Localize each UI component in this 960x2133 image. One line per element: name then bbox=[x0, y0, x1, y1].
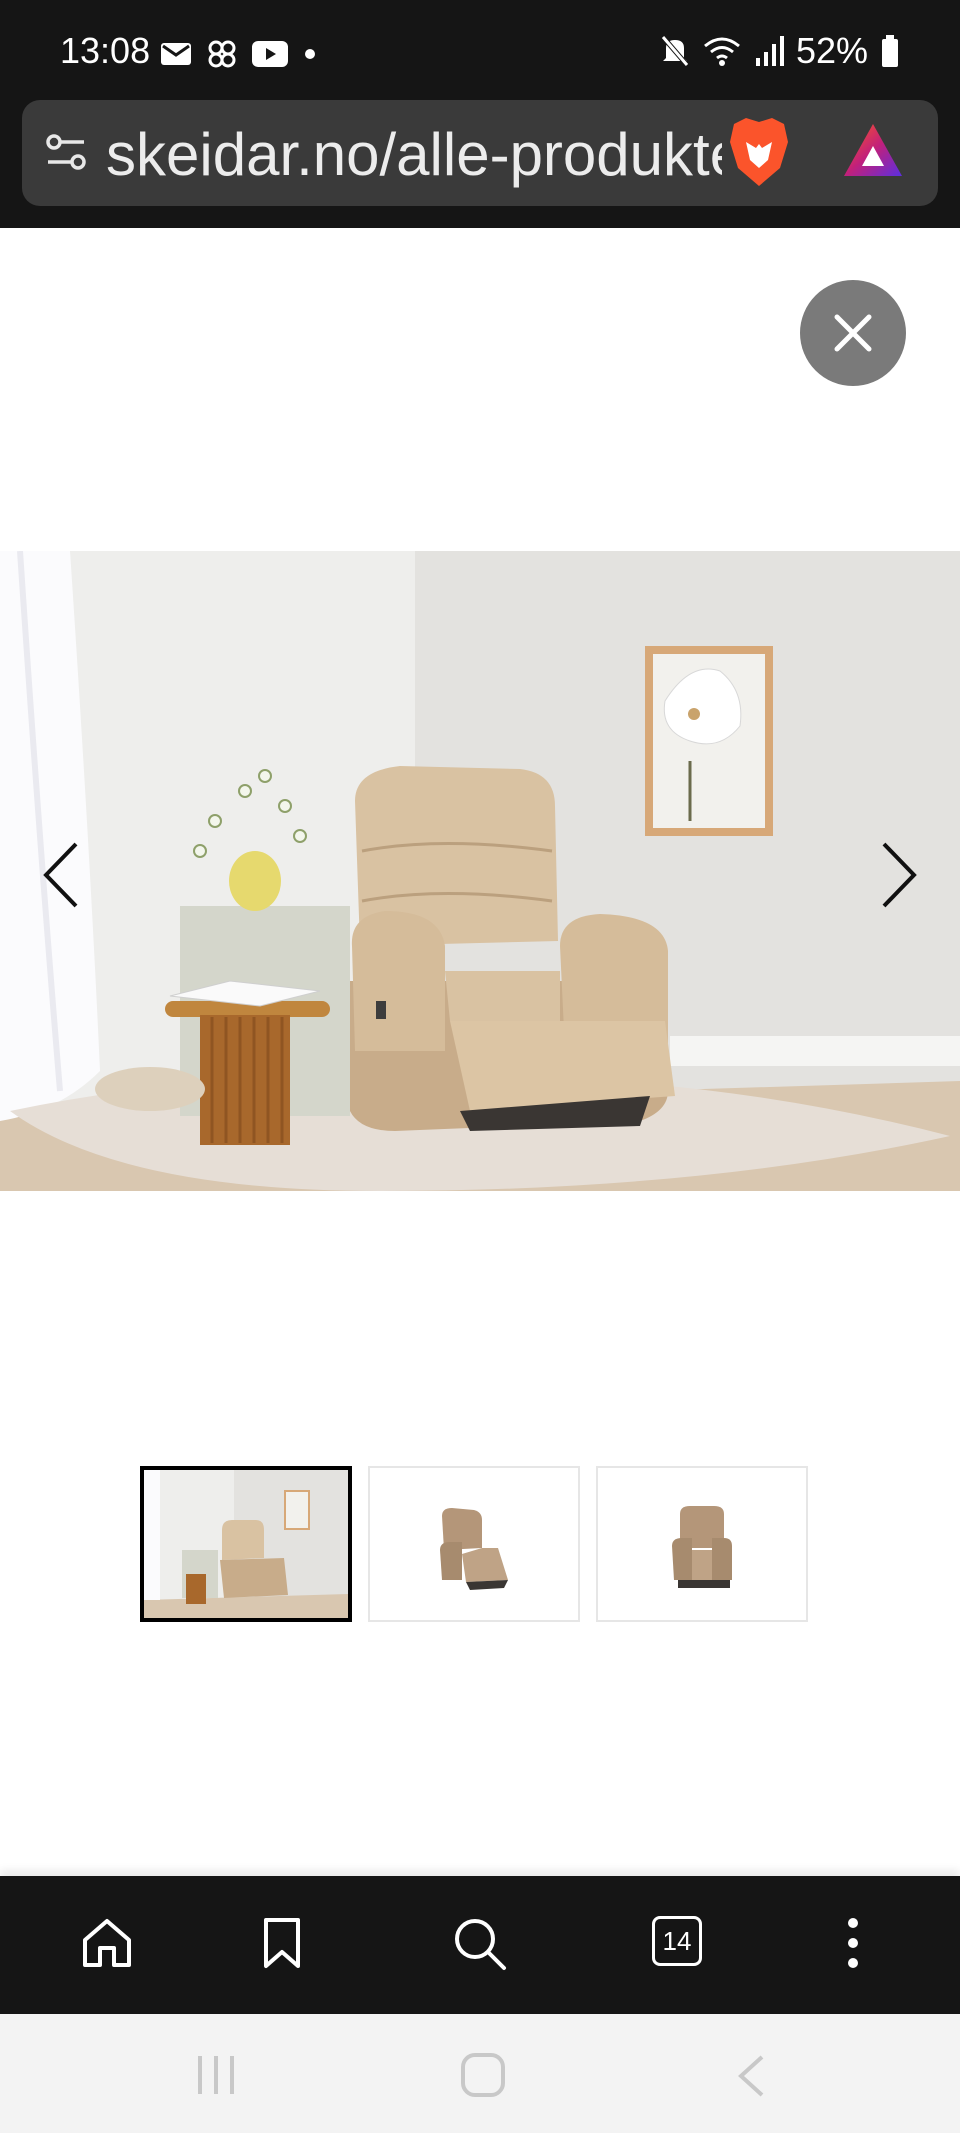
tabs-counter-button[interactable]: 14 bbox=[652, 1916, 702, 1966]
thumbnail-room-scene[interactable] bbox=[140, 1466, 352, 1622]
battery-icon bbox=[882, 35, 898, 67]
url-box[interactable]: skeidar.no/alle-produkter bbox=[22, 100, 938, 206]
status-bar: 13:08 52% bbox=[0, 0, 960, 100]
dot-icon bbox=[305, 49, 315, 59]
thumbnail-recliner-angle[interactable] bbox=[368, 1466, 580, 1622]
product-gallery-overlay bbox=[0, 228, 960, 1876]
site-settings-icon[interactable] bbox=[44, 130, 88, 174]
brave-rewards-icon[interactable] bbox=[842, 122, 904, 178]
wifi-icon bbox=[703, 37, 740, 66]
home-nav-icon[interactable] bbox=[460, 2052, 506, 2098]
close-gallery-button[interactable] bbox=[800, 280, 906, 386]
status-time: 13:08 bbox=[60, 30, 151, 71]
bookmark-icon[interactable] bbox=[262, 1916, 302, 1970]
thumbnail-strip bbox=[140, 1466, 808, 1622]
notification-icons bbox=[160, 38, 318, 70]
browser-address-bar: skeidar.no/alle-produkter bbox=[0, 100, 960, 228]
mute-icon bbox=[661, 35, 689, 67]
close-icon bbox=[834, 314, 872, 352]
next-image-arrow-icon[interactable] bbox=[876, 840, 920, 910]
more-options-icon[interactable] bbox=[846, 1916, 860, 1970]
android-nav-bar bbox=[0, 2014, 960, 2133]
home-icon[interactable] bbox=[80, 1916, 134, 1970]
previous-image-arrow-icon[interactable] bbox=[40, 840, 84, 910]
browser-bottom-toolbar: 14 bbox=[0, 1876, 960, 2014]
recent-apps-icon[interactable] bbox=[194, 2054, 238, 2096]
product-main-image[interactable] bbox=[0, 551, 960, 1191]
thumbnail-recliner-front[interactable] bbox=[596, 1466, 808, 1622]
pinwheel-icon bbox=[208, 40, 236, 68]
gmail-icon bbox=[161, 43, 191, 65]
back-nav-icon[interactable] bbox=[736, 2054, 766, 2098]
signal-icon bbox=[755, 36, 784, 66]
search-icon[interactable] bbox=[452, 1916, 508, 1972]
brave-shields-icon[interactable] bbox=[726, 114, 792, 190]
battery-percent: 52% bbox=[795, 30, 868, 71]
url-text[interactable]: skeidar.no/alle-produkter bbox=[106, 120, 722, 190]
system-status: 52% bbox=[660, 30, 900, 72]
youtube-icon bbox=[252, 41, 288, 67]
